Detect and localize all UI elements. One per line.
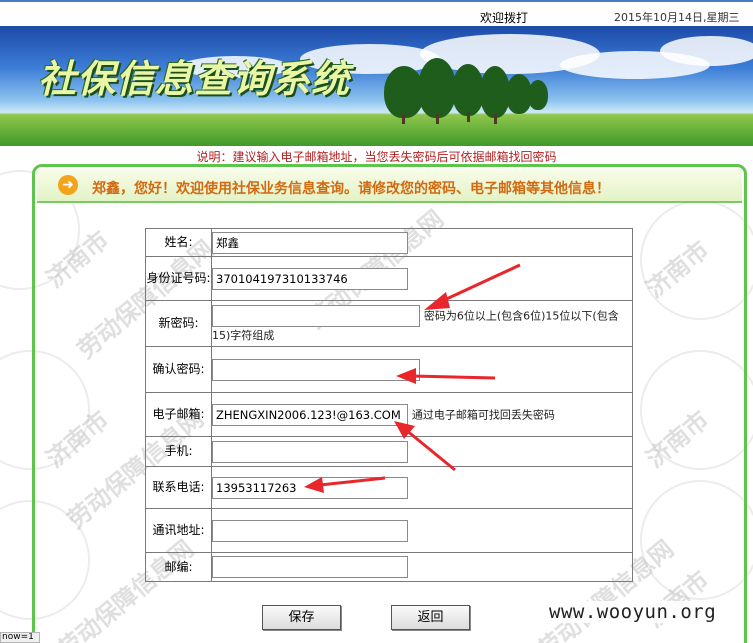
confirm-password-label: 确认密码:: [145, 346, 212, 393]
greeting-text: 郑鑫，您好！欢迎使用社保业务信息查询。请修改您的密码、电子邮箱等其他信息！: [92, 181, 610, 197]
banner: 社保信息查询系统: [0, 26, 753, 146]
name-label: 姓名:: [145, 228, 212, 257]
email-hint: 通过电子邮箱可找回丢失密码: [411, 408, 555, 421]
banner-title: 社保信息查询系统: [38, 56, 351, 101]
new-password-label: 新密码:: [145, 300, 212, 347]
zip-label: 邮编:: [145, 552, 212, 582]
email-label: 电子邮箱:: [145, 392, 212, 437]
address-label: 通讯地址:: [145, 508, 212, 553]
name-field[interactable]: 郑鑫: [212, 231, 408, 254]
back-button[interactable]: 返回: [391, 605, 470, 630]
zip-field[interactable]: [212, 556, 408, 578]
idcard-label: 身份证号码:: [145, 256, 212, 301]
welcome-text: 欢迎拨打: [480, 11, 529, 25]
confirm-password-field[interactable]: [212, 358, 420, 381]
email-field[interactable]: ZHENGXIN2006.123!@163.COM: [212, 403, 408, 426]
profile-form: 姓名: 郑鑫 身份证号码: 370104197310133746 新密码: 密码…: [145, 228, 633, 582]
save-button[interactable]: 保存: [262, 605, 341, 630]
phone-field[interactable]: 13953117263: [212, 476, 408, 499]
phone-label: 联系电话:: [145, 466, 212, 509]
address-field[interactable]: [212, 519, 408, 542]
mobile-label: 手机:: [145, 436, 212, 467]
arrow-right-icon: ➜: [58, 175, 78, 195]
site-brand: www.wooyun.org: [545, 601, 721, 623]
idcard-field[interactable]: 370104197310133746: [212, 267, 408, 290]
new-password-field[interactable]: [212, 305, 420, 327]
mobile-field[interactable]: [212, 440, 408, 463]
status-bar: now=1: [0, 632, 40, 643]
top-bar: 欢迎拨打 2015年10月14日,星期三: [0, 2, 753, 26]
notice-text: 说明：建议输入电子邮箱地址，当您丢失密码后可依据邮箱找回密码: [196, 150, 557, 164]
date-text: 2015年10月14日,星期三: [614, 11, 740, 24]
panel-header: ➜ 郑鑫，您好！欢迎使用社保业务信息查询。请修改您的密码、电子邮箱等其他信息！: [37, 169, 742, 203]
